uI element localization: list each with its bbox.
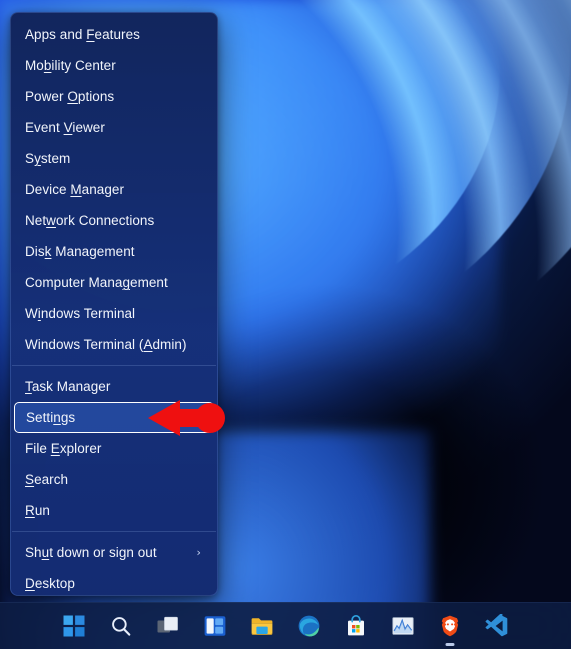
edge-icon: [297, 614, 321, 638]
menu-item-task-manager[interactable]: Task Manager: [11, 371, 217, 402]
vscode-button[interactable]: [480, 609, 514, 643]
search-icon: [109, 614, 133, 638]
menu-item-mobility-center[interactable]: Mobility Center: [11, 50, 217, 81]
menu-item-label: System: [25, 151, 71, 166]
menu-separator: [12, 531, 216, 532]
windows-logo-icon: [62, 614, 86, 638]
menu-item-network-connections[interactable]: Network Connections: [11, 205, 217, 236]
menu-item-label: Power Options: [25, 89, 115, 104]
menu-item-search[interactable]: Search: [11, 464, 217, 495]
menu-item-label: Desktop: [25, 576, 75, 591]
menu-item-file-explorer[interactable]: File Explorer: [11, 433, 217, 464]
menu-item-label: Windows Terminal (Admin): [25, 337, 187, 352]
menu-item-event-viewer[interactable]: Event Viewer: [11, 112, 217, 143]
task-view-button[interactable]: [151, 609, 185, 643]
menu-item-system[interactable]: System: [11, 143, 217, 174]
menu-item-windows-terminal[interactable]: Windows Terminal: [11, 298, 217, 329]
menu-item-label: Apps and Features: [25, 27, 140, 42]
menu-item-desktop[interactable]: Desktop: [11, 568, 217, 595]
store-button[interactable]: [339, 609, 373, 643]
task-view-icon: [156, 614, 180, 638]
menu-item-label: Event Viewer: [25, 120, 105, 135]
brave-button[interactable]: [433, 609, 467, 646]
chart-graph-icon: [391, 614, 415, 638]
menu-item-label: Mobility Center: [25, 58, 116, 73]
menu-item-power-options[interactable]: Power Options: [11, 81, 217, 112]
running-indicator-dot: [445, 643, 455, 646]
menu-item-label: Task Manager: [25, 379, 111, 394]
widgets-icon: [203, 614, 227, 638]
taskbar[interactable]: [0, 602, 571, 649]
edge-button[interactable]: [292, 609, 326, 643]
menu-item-label: Device Manager: [25, 182, 125, 197]
menu-item-device-manager[interactable]: Device Manager: [11, 174, 217, 205]
search-button[interactable]: [104, 609, 138, 643]
widgets-button[interactable]: [198, 609, 232, 643]
menu-item-label: Run: [25, 503, 50, 518]
menu-separator: [12, 365, 216, 366]
menu-item-label: Disk Management: [25, 244, 135, 259]
folder-icon: [250, 614, 274, 638]
file-explorer-button[interactable]: [245, 609, 279, 643]
vscode-ribbon-icon: [485, 614, 509, 638]
win-x-quick-link-menu[interactable]: Apps and Features Mobility Center Power Op…: [10, 12, 218, 596]
menu-item-label: Search: [25, 472, 69, 487]
menu-item-run[interactable]: Run: [11, 495, 217, 526]
menu-item-apps-and-features[interactable]: Apps and Features: [11, 19, 217, 50]
menu-item-windows-terminal-admin[interactable]: Windows Terminal (Admin): [11, 329, 217, 360]
menu-item-label: Settings: [26, 410, 76, 425]
menu-item-label: Computer Management: [25, 275, 168, 290]
start-button[interactable]: [57, 609, 91, 643]
chevron-right-icon: ›: [196, 546, 201, 559]
task-manager-button[interactable]: [386, 609, 420, 643]
menu-item-label: Shut down or sign out: [25, 545, 157, 560]
menu-item-disk-management[interactable]: Disk Management: [11, 236, 217, 267]
menu-item-label: Windows Terminal: [25, 306, 136, 321]
menu-item-label: File Explorer: [25, 441, 102, 456]
brave-lion-icon: [438, 614, 462, 638]
menu-item-settings[interactable]: Settings: [14, 402, 214, 433]
menu-item-label: Network Connections: [25, 213, 155, 228]
menu-item-computer-management[interactable]: Computer Management: [11, 267, 217, 298]
desktop: Apps and Features Mobility Center Power Op…: [0, 0, 571, 649]
menu-item-shut-down-or-sign-out[interactable]: Shut down or sign out ›: [11, 537, 217, 568]
store-bag-icon: [344, 614, 368, 638]
